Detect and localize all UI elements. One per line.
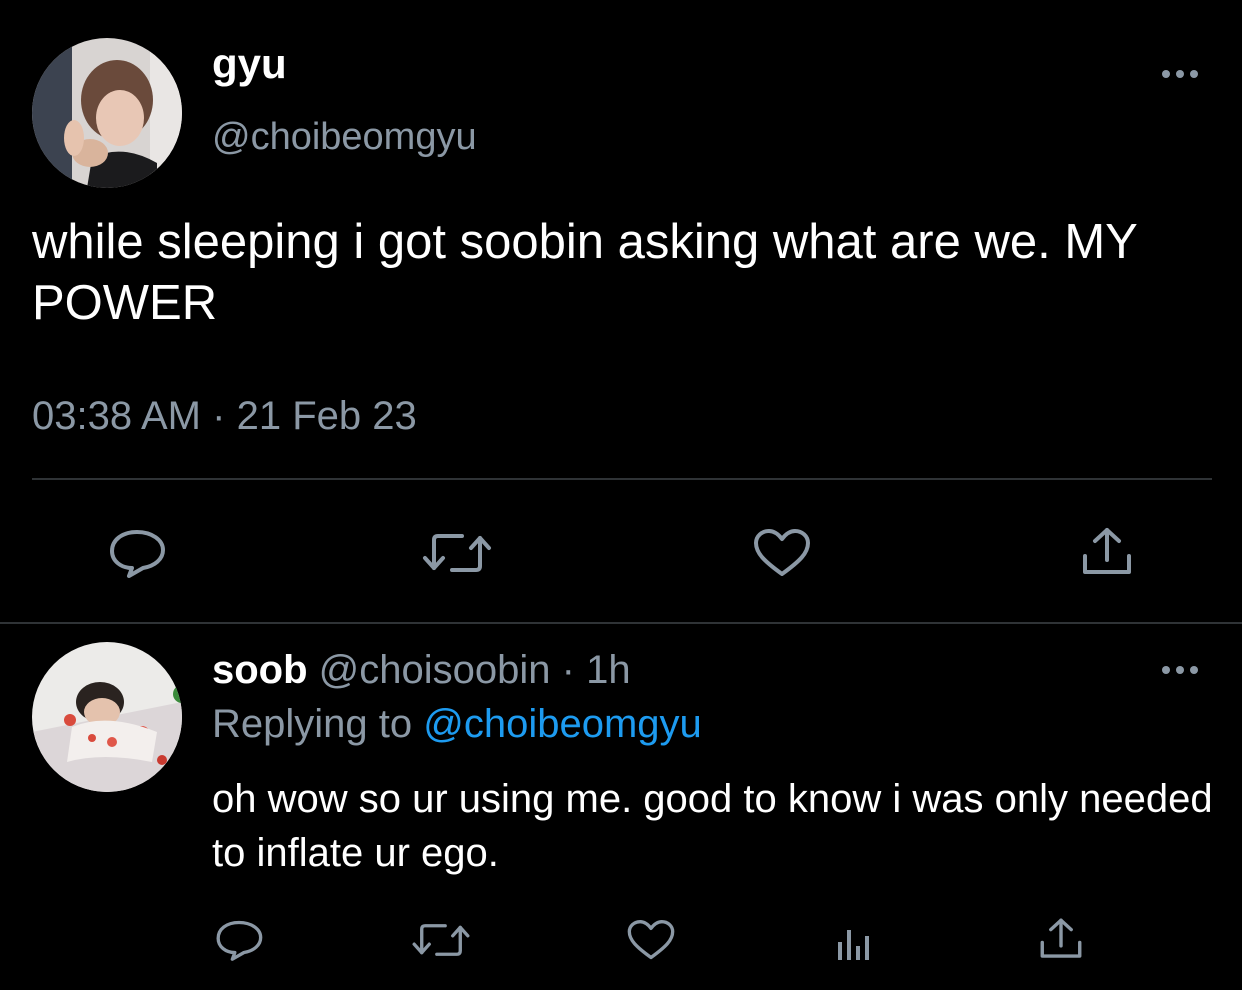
reply-header: soob @choisoobin · 1h (212, 648, 631, 693)
share-icon[interactable] (1038, 916, 1084, 962)
reply-age: 1h (586, 648, 631, 692)
reply-avatar[interactable] (32, 642, 182, 792)
like-icon[interactable] (626, 918, 676, 962)
tweet-timestamp[interactable]: 03:38 AM · 21 Feb 23 (32, 394, 417, 439)
like-icon[interactable] (752, 528, 812, 578)
replying-to: Replying to @choibeomgyu (212, 702, 702, 747)
tweet-date: 21 Feb 23 (236, 394, 417, 438)
meta-separator: · (561, 648, 575, 692)
retweet-icon[interactable] (410, 918, 472, 962)
share-icon[interactable] (1080, 526, 1134, 578)
reply-author-handle[interactable]: @choisoobin (319, 648, 551, 692)
divider (0, 622, 1242, 624)
avatar[interactable] (32, 38, 182, 188)
retweet-icon[interactable] (420, 528, 494, 578)
meta-separator: · (212, 394, 226, 438)
more-icon[interactable] (1160, 660, 1200, 680)
reply-icon[interactable] (107, 528, 167, 578)
author-name[interactable]: gyu (212, 40, 287, 88)
replying-to-label: Replying to (212, 702, 413, 746)
analytics-icon[interactable] (832, 920, 876, 964)
reply-icon[interactable] (214, 918, 264, 962)
replying-to-mention[interactable]: @choibeomgyu (423, 702, 702, 746)
more-icon[interactable] (1160, 64, 1200, 84)
tweet-time: 03:38 AM (32, 394, 202, 438)
reply-text: oh wow so ur using me. good to know i wa… (212, 777, 1213, 875)
reply-author-name[interactable]: soob (212, 648, 308, 692)
tweet-text: while sleeping i got soobin asking what … (32, 215, 1137, 330)
author-handle[interactable]: @choibeomgyu (212, 116, 477, 159)
divider (32, 478, 1212, 480)
